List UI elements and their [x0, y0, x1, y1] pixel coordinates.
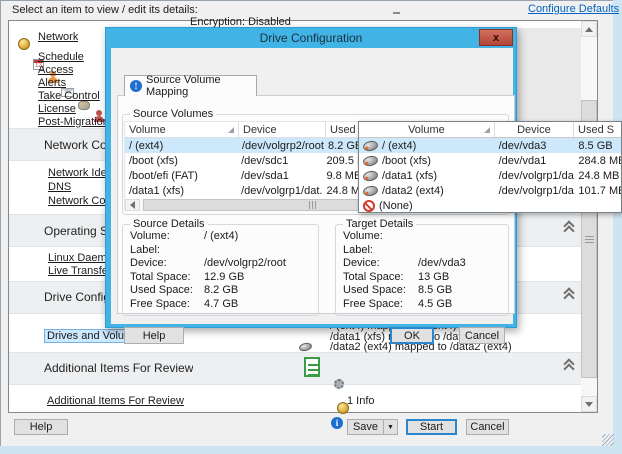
sidebar-item-network[interactable]: Network — [38, 31, 78, 43]
sort-icon — [228, 127, 234, 133]
sort-icon — [484, 127, 490, 133]
configure-defaults-link[interactable]: Configure Defaults — [528, 3, 619, 15]
collapse-chevron-icon[interactable] — [562, 287, 576, 300]
window-frame-right — [613, 0, 622, 454]
source-details-field-values: / (ext4) /dev/volgrp2/root 12.9 GB 8.2 G… — [204, 230, 286, 311]
section-header-operating-system: Operating S — [44, 224, 108, 238]
dropdown-column-volume[interactable]: Volume — [359, 122, 495, 137]
volume-disc-icon — [362, 154, 379, 167]
scroll-down-icon[interactable] — [581, 396, 597, 412]
section-header-network-configuration: Network Con — [44, 138, 113, 152]
volume-disc-icon — [362, 169, 379, 182]
dropdown-column-device[interactable]: Device — [495, 122, 574, 137]
dropdown-item[interactable]: /data1 (xfs) /dev/volgrp1/data 24.8 MB — [359, 168, 621, 183]
section-header-additional-items: Additional Items For Review — [44, 361, 193, 375]
mapped-to-dropdown-list: Volume Device Used S / (ext4) /dev/vda3 … — [358, 121, 622, 213]
dropdown-item-none[interactable]: (None) — [359, 198, 621, 213]
dropdown-item[interactable]: / (ext4) /dev/vda3 8.5 GB — [359, 138, 621, 153]
save-button[interactable]: Save — [347, 419, 383, 435]
target-details-field-labels: Volume: Label: Device: Total Space: Used… — [343, 230, 406, 311]
hand-icon — [78, 101, 90, 110]
window-frame-bottom — [0, 446, 622, 454]
source-details-field-labels: Volume: Label: Device: Total Space: Used… — [130, 230, 193, 311]
sidebar-item-access[interactable]: Access — [38, 64, 73, 76]
collapse-chevron-icon[interactable] — [562, 358, 576, 371]
source-details-label: Source Details — [130, 218, 208, 230]
tab-source-volume-mapping[interactable]: ! Source Volume Mapping — [124, 75, 257, 96]
ok-button[interactable]: OK — [390, 327, 434, 344]
cancel-button[interactable]: Cancel — [466, 419, 509, 435]
target-details-label: Target Details — [343, 218, 416, 230]
sidebar-item-additional-items-review[interactable]: Additional Items For Review — [47, 395, 184, 407]
target-details-field-values: /dev/vda3 13 GB 8.5 GB 4.5 GB — [418, 230, 466, 311]
volume-disc-icon — [362, 139, 379, 152]
page-prompt: Select an item to view / edit its detail… — [12, 4, 198, 16]
screen: Select an item to view / edit its detail… — [0, 0, 622, 454]
review-status-badge: 1 Info — [347, 395, 375, 407]
resize-grip[interactable] — [602, 434, 614, 446]
dropdown-column-used-space[interactable]: Used S — [574, 122, 621, 137]
review-doc-icon — [304, 357, 320, 377]
sidebar-item-license[interactable]: License — [38, 103, 76, 115]
dialog-title: Drive Configuration — [106, 28, 516, 48]
sidebar-item-dns[interactable]: DNS — [48, 181, 71, 193]
column-header-volume[interactable]: Volume — [125, 122, 239, 137]
dropdown-item[interactable]: /boot (xfs) /dev/vda1 284.8 MB — [359, 153, 621, 168]
none-icon — [363, 200, 375, 212]
tab-label: Source Volume Mapping — [146, 74, 256, 98]
info-icon: i — [331, 417, 343, 429]
help-button[interactable]: Help — [14, 419, 68, 435]
sidebar-item-schedule[interactable]: Schedule — [38, 51, 84, 63]
collapsed-marker — [393, 12, 400, 14]
start-button[interactable]: Start — [406, 419, 457, 435]
globe-icon — [18, 38, 30, 50]
close-icon[interactable]: x — [479, 29, 513, 46]
dialog-help-button[interactable]: Help — [124, 327, 184, 344]
info-icon: ! — [130, 80, 142, 92]
sidebar-item-alerts[interactable]: Alerts — [38, 77, 66, 89]
scroll-left-icon[interactable] — [125, 199, 140, 211]
section-header-drive-configuration: Drive Config — [44, 290, 110, 304]
column-header-device[interactable]: Device — [239, 122, 326, 137]
dropdown-item[interactable]: /data2 (ext4) /dev/volgrp1/data 101.7 MB — [359, 183, 621, 198]
collapse-chevron-icon[interactable] — [562, 220, 576, 233]
scroll-up-icon[interactable] — [581, 21, 597, 37]
volume-disc-icon — [362, 184, 379, 197]
sidebar-item-take-control[interactable]: Take Control — [38, 90, 100, 102]
save-dropdown-arrow[interactable]: ▼ — [383, 419, 398, 435]
dialog-cancel-button[interactable]: Cancel — [459, 327, 505, 344]
source-volumes-label: Source Volumes — [130, 108, 216, 120]
sidebar-item-post-migration[interactable]: Post-Migration — [38, 116, 109, 128]
